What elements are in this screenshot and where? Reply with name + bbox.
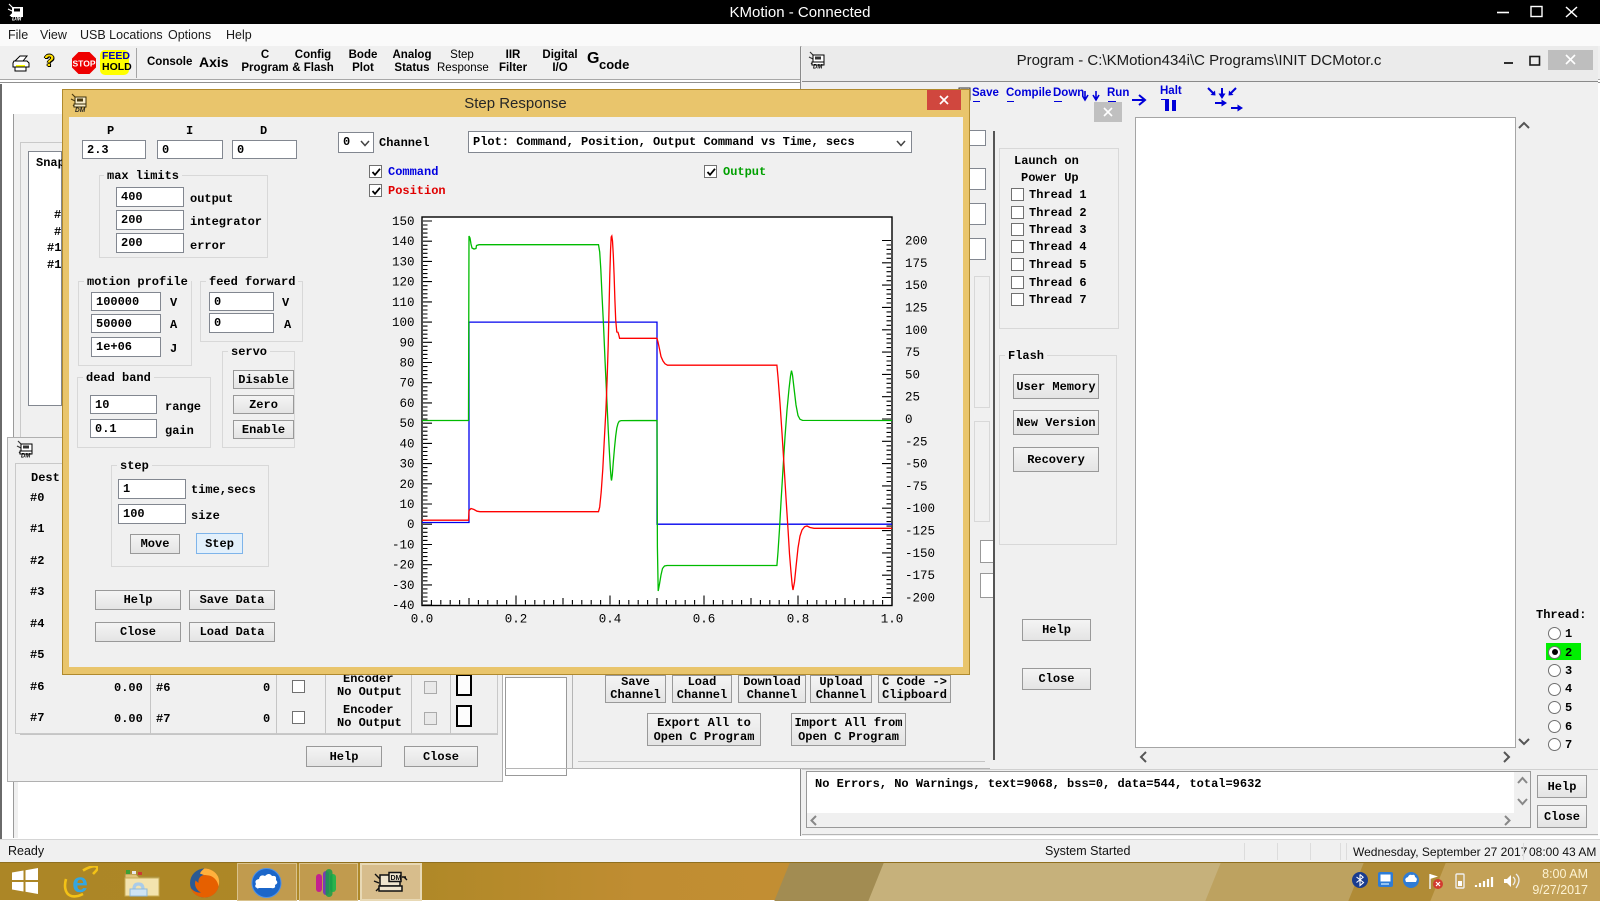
svg-text:0: 0 bbox=[905, 413, 913, 427]
svg-text:STOP: STOP bbox=[73, 59, 96, 69]
svg-text:-20: -20 bbox=[391, 558, 414, 572]
svg-text:DM: DM bbox=[391, 875, 402, 882]
svg-text:DM: DM bbox=[21, 454, 31, 459]
svg-text:0.2: 0.2 bbox=[504, 612, 527, 626]
svg-text:0.4: 0.4 bbox=[598, 612, 621, 626]
svg-text:0: 0 bbox=[406, 518, 414, 532]
svg-text:40: 40 bbox=[399, 437, 414, 451]
svg-text:110: 110 bbox=[391, 295, 414, 309]
svg-text:60: 60 bbox=[399, 396, 414, 410]
svg-text:50: 50 bbox=[905, 368, 920, 382]
svg-text:125: 125 bbox=[905, 301, 928, 315]
svg-text:-25: -25 bbox=[905, 435, 928, 449]
svg-text:-10: -10 bbox=[391, 538, 414, 552]
svg-text:-40: -40 bbox=[391, 599, 414, 613]
svg-text:150: 150 bbox=[905, 279, 928, 293]
svg-text:10: 10 bbox=[399, 498, 414, 512]
svg-text:120: 120 bbox=[391, 275, 414, 289]
svg-text:0.6: 0.6 bbox=[692, 612, 715, 626]
svg-text:25: 25 bbox=[905, 390, 920, 404]
svg-text:e: e bbox=[72, 867, 88, 898]
svg-text:75: 75 bbox=[905, 346, 920, 360]
svg-text:0.8: 0.8 bbox=[786, 612, 809, 626]
svg-text:-200: -200 bbox=[905, 591, 935, 605]
svg-text:140: 140 bbox=[391, 235, 414, 249]
svg-text:100: 100 bbox=[391, 316, 414, 330]
svg-text:0.0: 0.0 bbox=[410, 612, 433, 626]
svg-text:200: 200 bbox=[905, 234, 928, 248]
svg-text:100: 100 bbox=[905, 323, 928, 337]
svg-text:-125: -125 bbox=[905, 524, 935, 538]
svg-text:1.0: 1.0 bbox=[880, 612, 903, 626]
svg-text:-50: -50 bbox=[905, 457, 928, 471]
svg-text:130: 130 bbox=[391, 255, 414, 269]
svg-text:175: 175 bbox=[905, 256, 928, 270]
svg-text:80: 80 bbox=[399, 356, 414, 370]
svg-text:-175: -175 bbox=[905, 569, 935, 583]
svg-text:30: 30 bbox=[399, 457, 414, 471]
svg-text:150: 150 bbox=[391, 215, 414, 229]
svg-text:-30: -30 bbox=[391, 578, 414, 592]
svg-text:20: 20 bbox=[399, 477, 414, 491]
svg-text:90: 90 bbox=[399, 336, 414, 350]
svg-text:-100: -100 bbox=[905, 502, 935, 516]
svg-text:-75: -75 bbox=[905, 479, 928, 493]
svg-text:50: 50 bbox=[399, 417, 414, 431]
svg-text:-150: -150 bbox=[905, 546, 935, 560]
svg-text:70: 70 bbox=[399, 376, 414, 390]
